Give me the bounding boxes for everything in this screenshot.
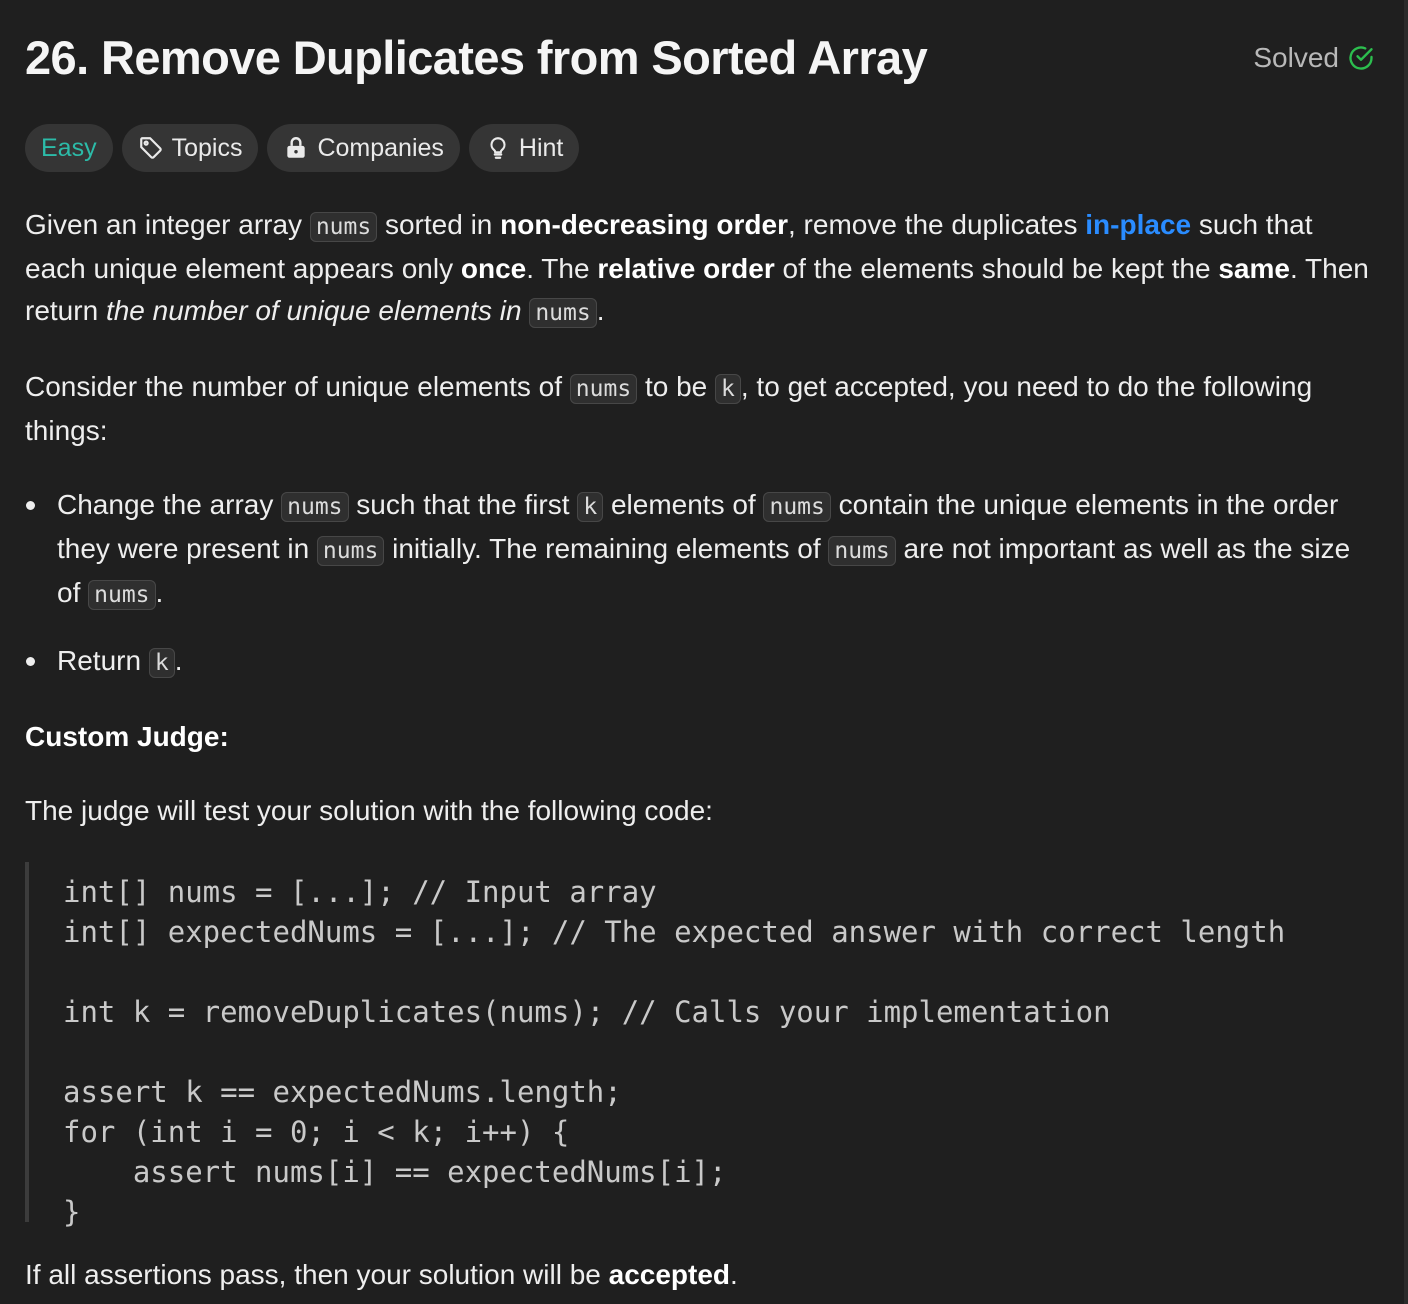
text: Change the array [57, 489, 282, 520]
topics-label: Topics [171, 133, 243, 162]
problem-description: Given an integer array nums sorted in no… [25, 204, 1375, 1296]
bold-text: relative order [597, 253, 775, 284]
inline-code: k [148, 648, 175, 678]
description-paragraph-1: Given an integer array nums sorted in no… [25, 204, 1375, 334]
list-item: Return k. [25, 640, 1375, 684]
text: such that the first [348, 489, 578, 520]
list-item: Change the array nums such that the firs… [25, 484, 1375, 616]
inline-code: nums [309, 212, 378, 242]
hint-label: Hint [518, 133, 564, 162]
inline-code: k [577, 492, 604, 522]
inline-code: nums [828, 536, 896, 566]
bold-text: accepted [608, 1259, 731, 1290]
inline-code: k [715, 374, 741, 404]
lightbulb-icon [490, 137, 506, 159]
text: If all assertions pass, then your soluti… [25, 1259, 609, 1290]
judge-intro: The judge will test your solution with t… [25, 795, 713, 826]
text: . [155, 577, 164, 608]
final-paragraph: If all assertions pass, then your soluti… [25, 1254, 1375, 1296]
inline-code: nums [281, 492, 349, 522]
requirements-list: Change the array nums such that the firs… [25, 484, 1375, 684]
bold-text: once [460, 253, 527, 284]
hint-button[interactable]: Hint [468, 124, 580, 172]
tag-icon [139, 137, 162, 159]
companies-label: Companies [317, 133, 444, 162]
text: initially. The remaining elements of [384, 533, 829, 564]
difficulty-label: Easy [41, 133, 97, 162]
check-circle-icon [1349, 46, 1373, 70]
tag-row: Easy Topics Companies Hint [25, 124, 580, 172]
panel-divider [1404, 0, 1408, 1304]
bold-text: non-decreasing order [500, 209, 788, 240]
text: elements of [603, 489, 764, 520]
custom-judge-heading: Custom Judge: [25, 721, 229, 752]
text: Consider the number of unique elements o… [25, 371, 570, 402]
companies-button[interactable]: Companies [267, 124, 460, 172]
topics-button[interactable]: Topics [121, 124, 259, 172]
text: . [174, 645, 183, 676]
inline-code: nums [529, 298, 597, 328]
difficulty-badge: Easy [25, 124, 113, 172]
text: to be [637, 371, 716, 402]
text: , remove the duplicates [788, 209, 1086, 240]
text: . The [526, 253, 598, 284]
code-block[interactable]: int[] nums = [...]; // Input array int[]… [25, 862, 1375, 1229]
text: . [730, 1259, 738, 1290]
inline-code: nums [763, 492, 831, 522]
text: of the elements should be kept the [774, 253, 1219, 284]
lock-icon [287, 137, 306, 158]
text: sorted in [377, 209, 501, 240]
problem-title[interactable]: 26. Remove Duplicates from Sorted Array [25, 30, 928, 85]
text: Return [57, 645, 149, 676]
solved-status: Solved [1253, 42, 1375, 74]
text: Given an integer array [25, 209, 310, 240]
italic-text: the number of unique elements in [105, 295, 530, 326]
description-paragraph-2: Consider the number of unique elements o… [25, 366, 1375, 452]
in-place-link[interactable]: in-place [1085, 209, 1191, 240]
bold-text: same [1218, 253, 1290, 284]
inline-code: nums [88, 580, 156, 610]
solved-label: Solved [1253, 42, 1339, 73]
text: . [596, 295, 605, 326]
inline-code: nums [569, 374, 638, 404]
inline-code: nums [316, 536, 385, 566]
